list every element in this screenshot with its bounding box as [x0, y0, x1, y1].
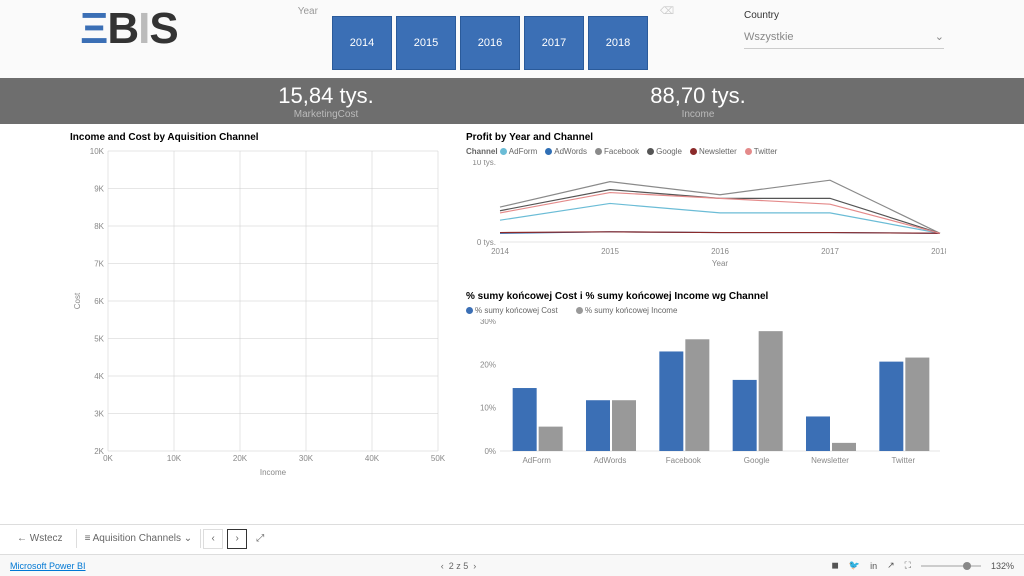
kpi-bar: 15,84 tys. MarketingCost 88,70 tys. Inco… — [0, 78, 1024, 124]
svg-text:5K: 5K — [94, 335, 104, 344]
svg-text:50K: 50K — [431, 454, 446, 463]
country-dropdown[interactable]: Wszystkie ⌄ — [744, 25, 944, 49]
share-icon[interactable]: ↗ — [887, 560, 895, 571]
clear-icon[interactable]: ⌫ — [660, 6, 674, 17]
profit-chart[interactable]: 0 tys. 10 tys. 2014 2015 2016 2017 2018 Year — [466, 160, 946, 280]
scatter-title: Income and Cost by Aquisition Channel — [70, 132, 450, 143]
svg-text:2016: 2016 — [711, 247, 729, 256]
year-2015[interactable]: 2015 — [396, 16, 456, 70]
linkedin-icon[interactable]: in — [870, 561, 877, 571]
profit-title: Profit by Year and Channel — [466, 132, 946, 143]
svg-text:2017: 2017 — [821, 247, 839, 256]
year-slicer[interactable]: 2014 2015 2016 2017 2018 — [332, 16, 648, 70]
svg-text:Income: Income — [260, 468, 287, 477]
svg-text:20%: 20% — [480, 360, 496, 369]
svg-text:30K: 30K — [299, 454, 314, 463]
page-indicator[interactable]: ‹ 2 z 5 › — [441, 561, 477, 571]
svg-text:Google: Google — [744, 456, 770, 465]
fit-icon[interactable]: ⤢ — [249, 530, 271, 547]
svg-text:Year: Year — [712, 259, 729, 268]
year-slicer-label: Year — [298, 6, 318, 17]
kpi-income-label: Income — [650, 109, 745, 120]
logo: ΞBIS — [80, 4, 178, 54]
svg-text:20K: 20K — [233, 454, 248, 463]
page-tab[interactable]: ≡ Aquisition Channels ⌄ — [76, 529, 202, 548]
svg-text:10K: 10K — [90, 147, 105, 156]
svg-text:0%: 0% — [484, 447, 496, 456]
back-button[interactable]: ← Wstecz — [10, 530, 70, 547]
svg-text:4K: 4K — [94, 372, 104, 381]
year-2017[interactable]: 2017 — [524, 16, 584, 70]
svg-text:3K: 3K — [94, 410, 104, 419]
profit-legend: Channel AdFormAdWordsFacebookGoogleNewsl… — [466, 147, 946, 156]
svg-text:2014: 2014 — [491, 247, 509, 256]
svg-text:Facebook: Facebook — [666, 456, 702, 465]
svg-text:Cost: Cost — [73, 292, 82, 309]
powerbi-link[interactable]: Microsoft Power BI — [10, 561, 86, 571]
pct-legend: % sumy końcowej Cost % sumy końcowej Inc… — [466, 306, 946, 315]
fullscreen-icon[interactable]: ⛶ — [905, 560, 911, 571]
svg-text:10K: 10K — [167, 454, 182, 463]
prev-page[interactable]: ‹ — [203, 529, 223, 549]
kpi-marketingcost-label: MarketingCost — [278, 109, 373, 120]
year-2014[interactable]: 2014 — [332, 16, 392, 70]
pct-chart[interactable]: 0% 10% 20% 30% AdForm AdWords Facebook Google Ne… — [466, 319, 946, 479]
svg-text:AdForm: AdForm — [522, 456, 551, 465]
svg-text:40K: 40K — [365, 454, 380, 463]
footer: Microsoft Power BI ‹ 2 z 5 › ◼ 🐦 in ↗ ⛶ … — [0, 554, 1024, 576]
zoom-value: 132% — [991, 561, 1014, 571]
svg-text:8K: 8K — [94, 222, 104, 231]
facebook-icon[interactable]: ◼ — [831, 560, 838, 571]
kpi-marketingcost-value: 15,84 tys. — [278, 83, 373, 109]
svg-text:9K: 9K — [94, 185, 104, 194]
kpi-income-value: 88,70 tys. — [650, 83, 745, 109]
country-value: Wszystkie — [744, 31, 794, 43]
svg-text:2018: 2018 — [931, 247, 946, 256]
chevron-down-icon: ⌄ — [935, 30, 944, 43]
svg-text:30%: 30% — [480, 319, 496, 326]
svg-text:Twitter: Twitter — [892, 456, 916, 465]
bottom-nav: ← Wstecz ≡ Aquisition Channels ⌄ ‹ › ⤢ — [0, 524, 1024, 552]
twitter-icon[interactable]: 🐦 — [849, 560, 860, 571]
svg-text:6K: 6K — [94, 297, 104, 306]
svg-text:AdWords: AdWords — [594, 456, 627, 465]
svg-text:0K: 0K — [103, 454, 113, 463]
svg-text:10 tys.: 10 tys. — [472, 160, 496, 167]
svg-text:2015: 2015 — [601, 247, 619, 256]
svg-text:0 tys.: 0 tys. — [477, 238, 496, 247]
svg-text:7K: 7K — [94, 260, 104, 269]
pct-title: % sumy końcowej Cost i % sumy końcowej I… — [466, 291, 946, 302]
year-2016[interactable]: 2016 — [460, 16, 520, 70]
scatter-chart[interactable]: 2K3K4K5K6K7K8K9K10K0K10K20K30K40K50KInco… — [70, 147, 450, 487]
country-label: Country — [744, 10, 944, 21]
year-2018[interactable]: 2018 — [588, 16, 648, 70]
svg-text:Newsletter: Newsletter — [811, 456, 849, 465]
svg-text:10%: 10% — [480, 404, 496, 413]
zoom-slider[interactable] — [921, 565, 981, 567]
next-page[interactable]: › — [227, 529, 247, 549]
